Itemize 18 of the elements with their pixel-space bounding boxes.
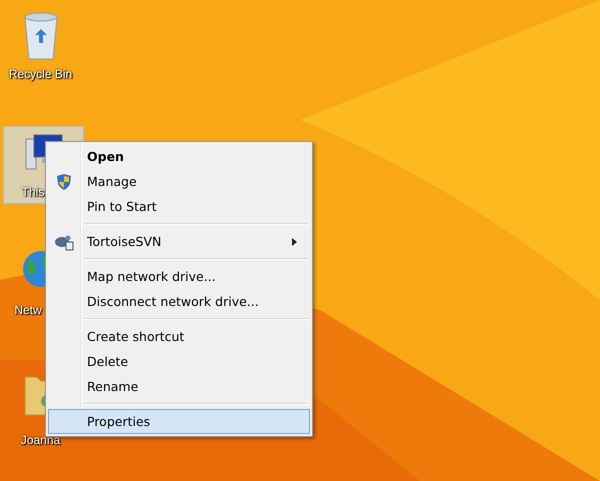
menu-item[interactable]: Rename	[48, 374, 310, 399]
menu-item[interactable]: Properties	[48, 409, 310, 434]
menu-item[interactable]: Disconnect network drive...	[48, 289, 310, 314]
shield-icon	[56, 172, 72, 190]
menu-item-label: Disconnect network drive...	[87, 294, 259, 309]
menu-item-label: Create shortcut	[87, 329, 184, 344]
menu-item[interactable]: Create shortcut	[48, 324, 310, 349]
menu-item[interactable]: Delete	[48, 349, 310, 374]
menu-item-label: Pin to Start	[87, 199, 157, 214]
menu-item[interactable]: Map network drive...	[48, 264, 310, 289]
menu-item-label: Properties	[87, 414, 150, 429]
menu-item-label: Rename	[87, 379, 138, 394]
menu-item-label: Open	[87, 149, 124, 164]
menu-item[interactable]: TortoiseSVN	[48, 229, 310, 254]
menu-item-label: TortoiseSVN	[87, 234, 162, 249]
menu-item-label: Manage	[87, 174, 137, 189]
menu-item-label: Map network drive...	[87, 269, 216, 284]
menu-item-label: Delete	[87, 354, 128, 369]
